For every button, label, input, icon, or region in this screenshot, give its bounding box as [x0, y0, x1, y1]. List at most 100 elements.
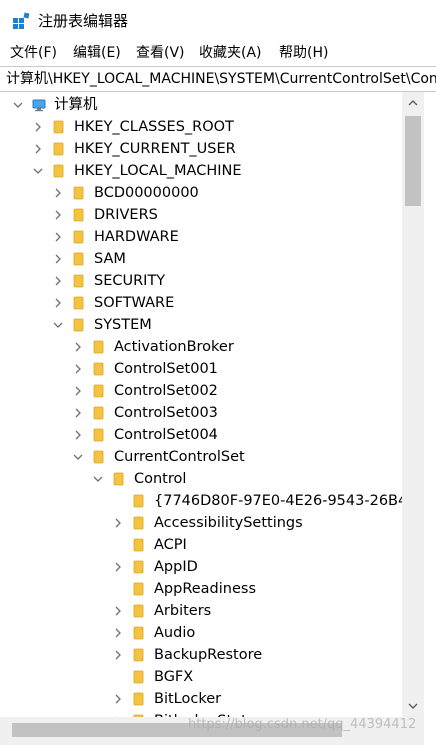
folder-icon: [73, 186, 84, 200]
folder-icon: [93, 384, 104, 398]
tree-node-label: BitLocker: [154, 691, 222, 707]
tree-node-label: CurrentControlSet: [114, 449, 245, 465]
tree-node[interactable]: {7746D80F-97E0-4E26-9543-26B41: [0, 490, 416, 512]
tree-node-label: Audio: [154, 625, 196, 641]
tree-node-label: BackupRestore: [154, 647, 263, 663]
tree-node[interactable]: Arbiters: [0, 600, 400, 622]
chevron-right-icon[interactable]: [112, 561, 124, 573]
tree-node[interactable]: BitLocker: [0, 688, 400, 710]
folder-icon: [73, 274, 84, 288]
scroll-up-arrow-icon[interactable]: [402, 92, 424, 114]
tree-node[interactable]: BCD00000000: [0, 182, 400, 204]
chevron-right-icon[interactable]: [32, 143, 44, 155]
chevron-right-icon[interactable]: [52, 297, 64, 309]
folder-icon: [133, 538, 144, 552]
menu-view[interactable]: 查看(V): [136, 44, 185, 62]
menu-bar: 文件(F) 编辑(E) 查看(V) 收藏夹(A) 帮助(H): [0, 42, 436, 64]
address-input[interactable]: [0, 67, 436, 91]
folder-icon: [133, 582, 144, 596]
tree-node-label: ControlSet004: [114, 427, 218, 443]
computer-icon: [32, 99, 46, 112]
tree-node-label: HKEY_LOCAL_MACHINE: [74, 163, 242, 179]
folder-icon: [133, 648, 144, 662]
vertical-scrollbar[interactable]: [402, 92, 424, 717]
tree-node[interactable]: SYSTEM: [0, 314, 400, 336]
tree-node-label: Arbiters: [154, 603, 212, 619]
chevron-down-icon[interactable]: [12, 99, 24, 111]
folder-icon: [73, 208, 84, 222]
tree-node-label: HARDWARE: [94, 229, 179, 245]
tree-node[interactable]: ControlSet003: [0, 402, 400, 424]
tree-node[interactable]: Audio: [0, 622, 400, 644]
tree-node[interactable]: AccessibilitySettings: [0, 512, 400, 534]
chevron-right-icon[interactable]: [72, 341, 84, 353]
tree-node[interactable]: ACPI: [0, 534, 400, 556]
tree-node[interactable]: SECURITY: [0, 270, 400, 292]
tree-node[interactable]: CurrentControlSet: [0, 446, 400, 468]
chevron-right-icon[interactable]: [112, 517, 124, 529]
tree-node[interactable]: 计算机: [0, 94, 400, 116]
tree-node[interactable]: HKEY_CLASSES_ROOT: [0, 116, 400, 138]
tree-node[interactable]: ControlSet004: [0, 424, 400, 446]
menu-file[interactable]: 文件(F): [10, 44, 57, 62]
tree-node-label: HKEY_CURRENT_USER: [74, 141, 236, 157]
chevron-right-icon[interactable]: [72, 407, 84, 419]
chevron-right-icon[interactable]: [52, 253, 64, 265]
tree-node[interactable]: HKEY_CURRENT_USER: [0, 138, 400, 160]
watermark: https://blog.csdn.net/qq_44394412: [188, 717, 417, 732]
chevron-right-icon[interactable]: [72, 429, 84, 441]
chevron-right-icon[interactable]: [32, 121, 44, 133]
folder-icon: [73, 252, 84, 266]
chevron-right-icon[interactable]: [52, 231, 64, 243]
folder-icon: [133, 516, 144, 530]
tree-node-label: DRIVERS: [94, 207, 158, 223]
tree-node[interactable]: ControlSet001: [0, 358, 400, 380]
chevron-right-icon[interactable]: [52, 187, 64, 199]
tree-node[interactable]: AppID: [0, 556, 400, 578]
tree-node[interactable]: SAM: [0, 248, 400, 270]
tree-node-label: {7746D80F-97E0-4E26-9543-26B41: [154, 493, 417, 509]
scroll-down-arrow-icon[interactable]: [402, 695, 424, 717]
tree-node[interactable]: HARDWARE: [0, 226, 400, 248]
tree-node[interactable]: DRIVERS: [0, 204, 400, 226]
tree-node-label: Control: [134, 471, 187, 487]
tree-node-label: AppReadiness: [154, 581, 257, 597]
chevron-right-icon[interactable]: [72, 363, 84, 375]
tree-node-label: ActivationBroker: [114, 339, 234, 355]
tree-node[interactable]: ControlSet002: [0, 380, 400, 402]
chevron-right-icon[interactable]: [112, 693, 124, 705]
title-bar: 注册表编辑器: [0, 0, 436, 42]
tree-node[interactable]: Control: [0, 468, 400, 490]
registry-tree: 计算机 HKEY_CLASSES_ROOT HKEY_CURRENT_USER HKE…: [0, 92, 436, 745]
vertical-scroll-thumb[interactable]: [405, 116, 421, 206]
tree-node[interactable]: SOFTWARE: [0, 292, 400, 314]
chevron-down-icon[interactable]: [92, 473, 104, 485]
tree-node-label: ControlSet002: [114, 383, 218, 399]
tree-node[interactable]: AppReadiness: [0, 578, 400, 600]
chevron-right-icon[interactable]: [112, 649, 124, 661]
folder-icon: [53, 164, 64, 178]
chevron-down-icon[interactable]: [52, 319, 64, 331]
menu-help[interactable]: 帮助(H): [279, 44, 328, 62]
folder-icon: [133, 692, 144, 706]
chevron-down-icon[interactable]: [72, 451, 84, 463]
folder-icon: [73, 318, 84, 332]
tree-node[interactable]: BackupRestore: [0, 644, 400, 666]
chevron-right-icon[interactable]: [72, 385, 84, 397]
folder-icon: [93, 428, 104, 442]
tree-node[interactable]: HKEY_LOCAL_MACHINE: [0, 160, 400, 182]
tree-node-label: SAM: [94, 251, 126, 267]
tree-node[interactable]: BGFX: [0, 666, 400, 688]
menu-favorites[interactable]: 收藏夹(A): [199, 44, 262, 62]
chevron-right-icon[interactable]: [112, 627, 124, 639]
window-title: 注册表编辑器: [38, 12, 129, 30]
tree-node-label: AppID: [154, 559, 198, 575]
chevron-right-icon[interactable]: [52, 209, 64, 221]
chevron-right-icon[interactable]: [52, 275, 64, 287]
folder-icon: [113, 472, 124, 486]
chevron-down-icon[interactable]: [32, 165, 44, 177]
chevron-right-icon[interactable]: [112, 605, 124, 617]
menu-edit[interactable]: 编辑(E): [73, 44, 121, 62]
folder-icon: [133, 626, 144, 640]
tree-node[interactable]: ActivationBroker: [0, 336, 400, 358]
